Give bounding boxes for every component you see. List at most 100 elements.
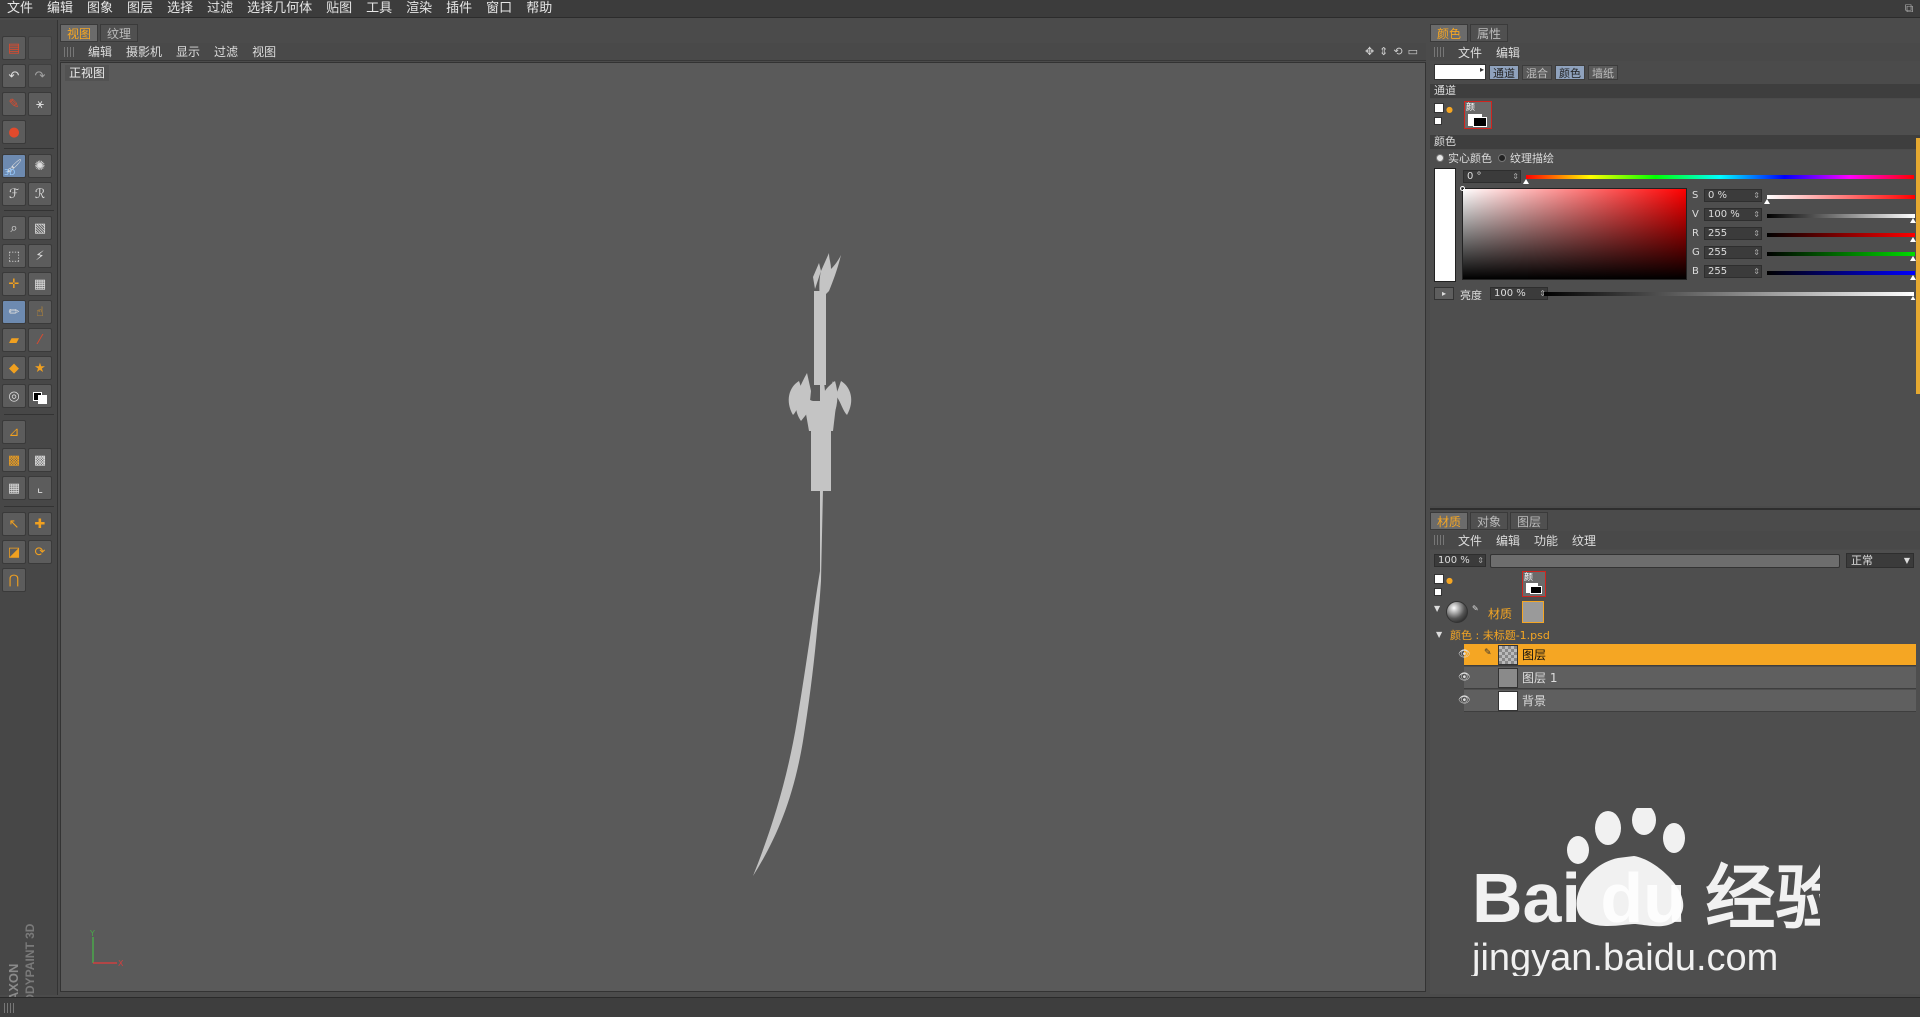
slider-r[interactable] <box>1767 233 1915 237</box>
menu-select[interactable]: 选择 <box>160 0 200 18</box>
brightness-expand-icon[interactable]: ▸ <box>1434 287 1454 300</box>
tab-texture[interactable]: 纹理 <box>100 24 139 42</box>
expand-material-icon[interactable]: ▼ <box>1434 604 1440 613</box>
magnet-icon[interactable]: ⋂ <box>2 568 26 592</box>
channel-swatch[interactable]: 颜 <box>1464 101 1492 129</box>
mp-menu-edit[interactable]: 编辑 <box>1490 532 1528 549</box>
chip-blend[interactable]: 混合 <box>1522 64 1552 80</box>
layer-opacity-field[interactable]: 100 % <box>1434 554 1486 567</box>
layer-row-selected[interactable]: 👁 ✎ 图层 <box>1458 644 1916 666</box>
color-swatch-dropdown[interactable] <box>1434 64 1486 80</box>
material-color-thumb[interactable] <box>1522 601 1544 623</box>
field-s[interactable]: 0 % <box>1704 189 1762 202</box>
panel-grip-icon[interactable] <box>64 46 76 57</box>
menu-select-geometry[interactable]: 选择几何体 <box>240 0 319 18</box>
eye-icon[interactable]: 👁 <box>1458 695 1472 706</box>
chip-channel[interactable]: 通道 <box>1489 64 1519 80</box>
material-pencil-icon[interactable]: ✎ <box>1472 604 1479 613</box>
eraser-icon[interactable]: ▰ <box>2 328 26 352</box>
tab-attributes[interactable]: 属性 <box>1470 24 1509 42</box>
rect-select-icon[interactable]: ⬚ <box>2 244 26 268</box>
field-v[interactable]: 100 % <box>1704 208 1762 221</box>
menu-help[interactable]: 帮助 <box>519 0 559 18</box>
shape-star-icon[interactable]: ★ <box>28 356 52 380</box>
mp-menu-function[interactable]: 功能 <box>1528 532 1566 549</box>
mp-menu-texture[interactable]: 纹理 <box>1566 532 1604 549</box>
slider-g[interactable] <box>1767 252 1915 256</box>
panel-scroll-indicator[interactable] <box>1916 138 1920 394</box>
field-brightness[interactable]: 100 % <box>1490 287 1548 300</box>
uv-polygons-icon[interactable]: ▩ <box>28 448 52 472</box>
uv-transform-icon[interactable]: ⌞ <box>28 476 52 500</box>
vp-menu-filter[interactable]: 过滤 <box>208 43 246 60</box>
layer-row[interactable]: 👁 图层 1 <box>1458 667 1916 689</box>
saturation-value-field[interactable] <box>1462 188 1687 280</box>
paint-setup-icon[interactable]: ⚹ <box>28 92 52 116</box>
move-axis-icon[interactable]: ✚ <box>28 512 52 536</box>
layer-opacity-slider[interactable] <box>1490 554 1840 568</box>
material-channel-swatch[interactable]: 颜 <box>1522 571 1546 597</box>
raypaint-icon[interactable]: ℛ <box>28 182 52 206</box>
field-g[interactable]: 255 <box>1704 246 1762 259</box>
slider-s[interactable] <box>1767 195 1915 199</box>
projection-icon[interactable]: ℱ <box>2 182 26 206</box>
chip-color[interactable]: 颜色 <box>1555 64 1585 80</box>
menu-window[interactable]: 窗口 <box>479 0 519 18</box>
menu-file[interactable]: 文件 <box>0 0 40 18</box>
pan-icon[interactable]: ✥ <box>1365 45 1374 58</box>
slider-v[interactable] <box>1767 214 1915 218</box>
paint-3d-icon[interactable]: 🖌 3D <box>2 154 26 178</box>
status-grip-icon[interactable] <box>4 1003 16 1013</box>
panel-grip-icon[interactable] <box>1434 535 1446 545</box>
slider-s-thumb[interactable] <box>1764 199 1770 204</box>
sv-picker-handle[interactable] <box>1460 186 1465 191</box>
expand-file-icon[interactable]: ▼ <box>1436 630 1442 639</box>
transform-icon[interactable]: ▦ <box>28 272 52 296</box>
fg-bg-icon[interactable] <box>1434 574 1444 584</box>
cp-menu-edit[interactable]: 编辑 <box>1490 44 1528 61</box>
rotate-icon[interactable]: ⟳ <box>28 540 52 564</box>
menu-edit[interactable]: 编辑 <box>40 0 80 18</box>
menu-texture[interactable]: 贴图 <box>319 0 359 18</box>
material-sphere-icon[interactable] <box>1446 601 1468 623</box>
paint-mode-icon[interactable]: ▧ <box>28 216 52 240</box>
scale-icon[interactable]: ◪ <box>2 540 26 564</box>
redo-icon[interactable]: ↷ <box>28 64 52 88</box>
menu-filter[interactable]: 过滤 <box>200 0 240 18</box>
menu-layer[interactable]: 图层 <box>120 0 160 18</box>
vp-menu-display[interactable]: 显示 <box>170 43 208 60</box>
menu-plugins[interactable]: 插件 <box>439 0 479 18</box>
hue-slider[interactable] <box>1526 175 1914 179</box>
hue-field[interactable]: 0 ° <box>1463 170 1521 183</box>
mp-menu-file[interactable]: 文件 <box>1452 532 1490 549</box>
panel-grip-icon[interactable] <box>1434 47 1446 57</box>
texture-file-row[interactable]: 颜色 : 未标题-1.psd <box>1450 627 1550 643</box>
eye-icon[interactable]: 👁 <box>1458 672 1472 683</box>
live-select-icon[interactable]: ↖ <box>2 512 26 536</box>
orbit-icon[interactable]: ⟲ <box>1393 45 1402 58</box>
magic-wand-icon[interactable]: ⚡ <box>28 244 52 268</box>
cp-menu-file[interactable]: 文件 <box>1452 44 1490 61</box>
stamp-icon[interactable]: ◎ <box>2 384 26 408</box>
material-name[interactable]: 材质 <box>1488 605 1512 622</box>
menu-image[interactable]: 图象 <box>80 0 120 18</box>
smear-icon[interactable]: ☝ <box>28 300 52 324</box>
uv-edit-icon[interactable]: ⊿ <box>2 420 26 444</box>
brush-preset-icon[interactable]: ✺ <box>28 154 52 178</box>
eyedropper-icon[interactable]: ⁄ <box>28 328 52 352</box>
fg-bg-icon[interactable] <box>1434 103 1444 113</box>
menu-tools[interactable]: 工具 <box>359 0 399 18</box>
hue-slider-thumb[interactable] <box>1523 179 1529 184</box>
eye-icon[interactable]: 👁 <box>1458 649 1472 660</box>
color-swatch-icon[interactable] <box>28 384 52 408</box>
checker-icon[interactable]: ▦ <box>2 476 26 500</box>
tab-color[interactable]: 颜色 <box>1430 24 1469 42</box>
field-b[interactable]: 255 <box>1704 265 1762 278</box>
window-restore-icon[interactable]: ⧉ <box>1902 1 1916 15</box>
blend-mode-select[interactable]: 正常 ▼ <box>1846 553 1914 568</box>
brush-icon[interactable]: ✏ <box>2 300 26 324</box>
radio-texture-paint[interactable] <box>1498 154 1506 162</box>
slider-b[interactable] <box>1767 271 1915 275</box>
slider-brightness[interactable] <box>1544 292 1914 296</box>
render-sphere-icon[interactable]: ● <box>2 120 26 144</box>
